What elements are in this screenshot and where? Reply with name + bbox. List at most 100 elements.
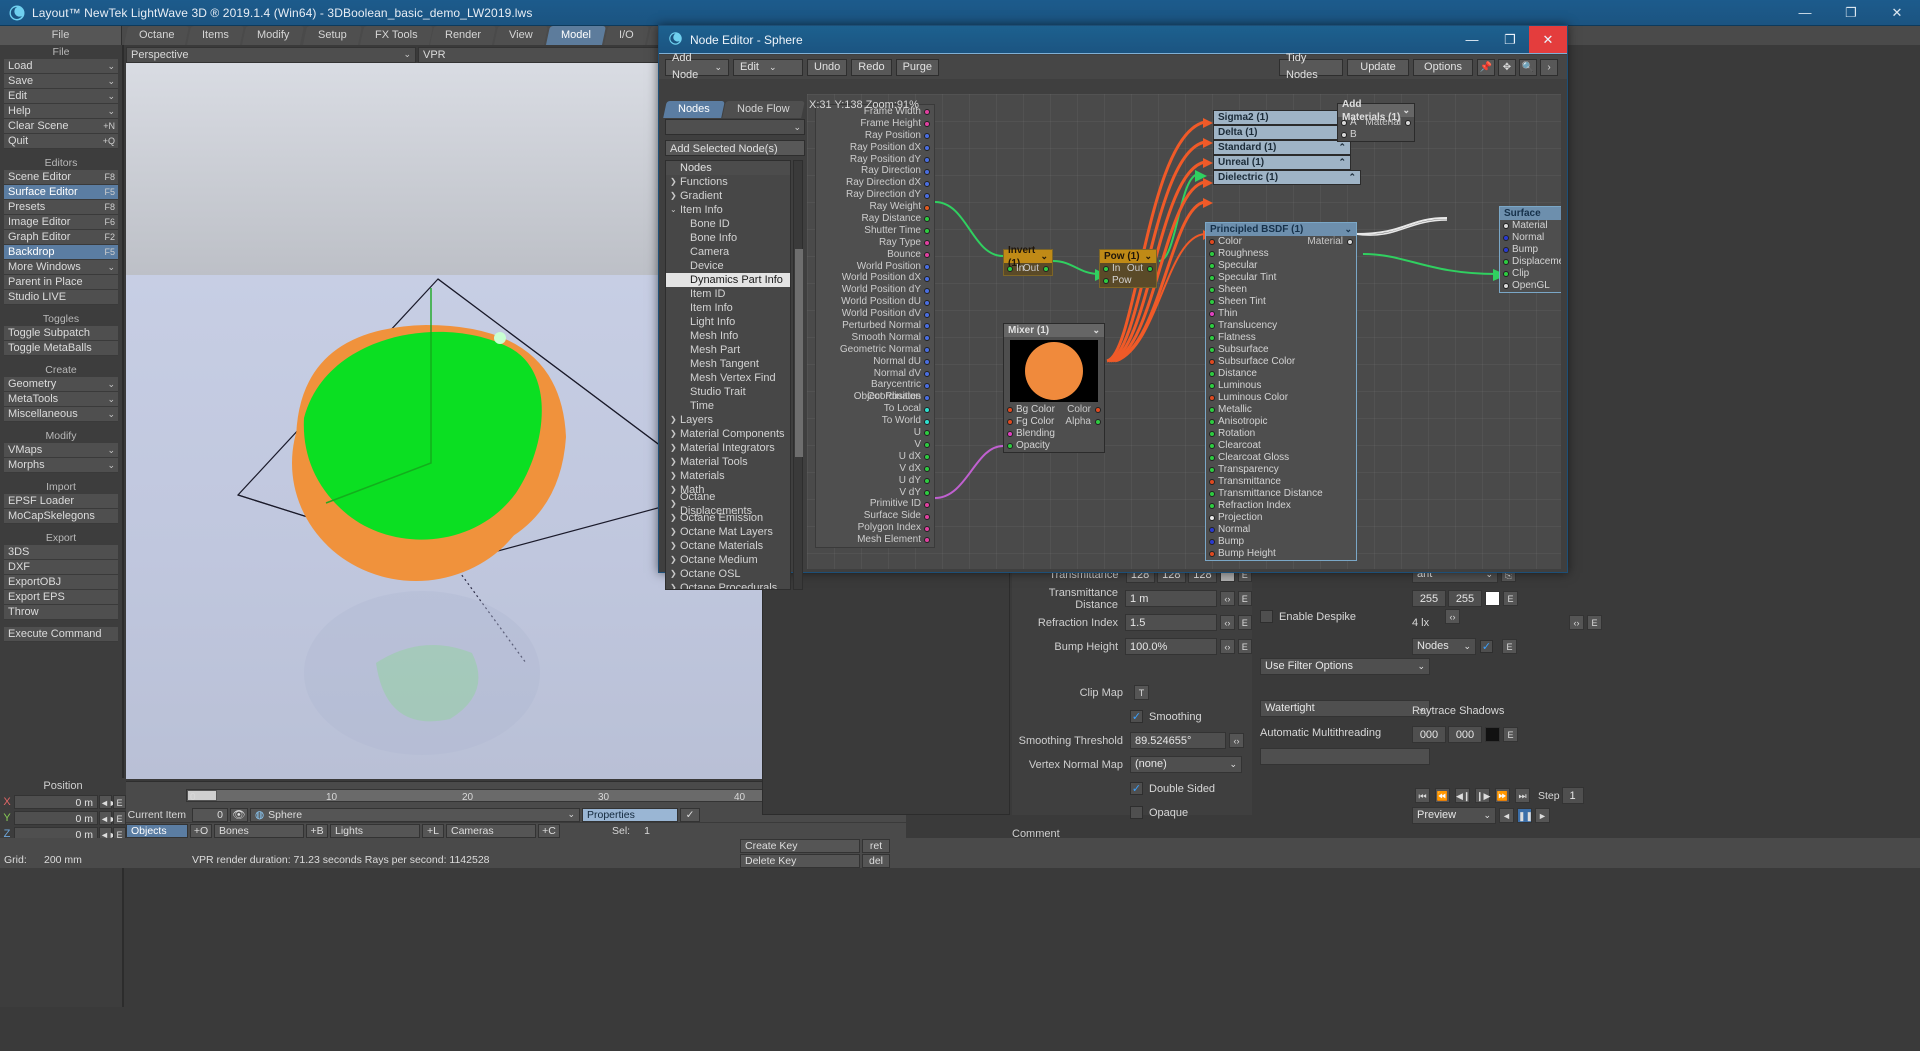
port-dot-icon[interactable]	[1209, 407, 1215, 413]
collapsed-node-header[interactable]: Standard (1) ⌃	[1214, 141, 1350, 154]
transmittance-distance-envelope-button[interactable]: E	[1237, 591, 1252, 606]
chevron-right-icon[interactable]: ❯	[670, 189, 680, 203]
port-dot-icon[interactable]	[924, 180, 930, 187]
port-dot-icon[interactable]	[924, 145, 930, 152]
main-tab-view[interactable]: View	[494, 26, 548, 45]
port-dot-icon[interactable]	[1209, 467, 1215, 473]
axis-stepper-y[interactable]: ◄►	[99, 810, 118, 825]
refraction-index-value[interactable]: 1.5	[1125, 614, 1218, 631]
nodes-checkbox[interactable]: ✓	[1480, 640, 1493, 653]
input-port-bounce[interactable]: Bounce	[816, 249, 934, 261]
port-dot-icon[interactable]	[1209, 371, 1215, 377]
bsdf-input-normal[interactable]: Normal	[1206, 524, 1356, 536]
bsdf-input-translucency[interactable]: Translucency	[1206, 320, 1356, 332]
node-tree-item-mesh-vertex-find[interactable]: Mesh Vertex Find	[666, 371, 790, 385]
smoothing-threshold-stepper[interactable]: ‹›	[1229, 733, 1244, 748]
fast-forward-button[interactable]: ⏩	[1495, 788, 1510, 803]
port-dot-icon[interactable]	[1503, 235, 1509, 241]
input-port-polygon-index[interactable]: Polygon Index	[816, 522, 934, 534]
port-dot-icon[interactable]	[1209, 527, 1215, 533]
input-port-mesh-element[interactable]: Mesh Element	[816, 534, 934, 546]
node-editor-tab-nodes[interactable]: Nodes	[663, 101, 725, 118]
port-dot-icon[interactable]	[1209, 551, 1215, 557]
add-materials-b-row[interactable]: B	[1338, 129, 1414, 141]
pause-button[interactable]: ❚❚	[1517, 808, 1533, 823]
step-back-button[interactable]: ◀❙	[1455, 788, 1470, 803]
sidebar-item-image-editor[interactable]: Image Editor F6	[4, 215, 118, 230]
sidebar-item-graph-editor[interactable]: Graph Editor F2	[4, 230, 118, 245]
port-dot-icon[interactable]	[1209, 323, 1215, 329]
collapsed-node-header[interactable]: Dielectric (1) ⌃	[1214, 171, 1360, 184]
objects-button[interactable]: Objects	[126, 823, 188, 838]
node-tree-scrollbar[interactable]	[793, 160, 803, 590]
node-tree-item-material-components[interactable]: ❯ Material Components	[666, 427, 790, 441]
node-tree-item-octane-materials[interactable]: ❯ Octane Materials	[666, 539, 790, 553]
collapsed-node-header[interactable]: Delta (1)⌃	[1214, 126, 1350, 139]
sidebar-item-dxf[interactable]: DXF	[4, 560, 118, 575]
port-dot-icon[interactable]	[924, 335, 930, 342]
bsdf-input-projection[interactable]: Projection	[1206, 512, 1356, 524]
input-port-smooth-normal[interactable]: Smooth Normal	[816, 332, 934, 344]
bsdf-input-flatness[interactable]: Flatness	[1206, 332, 1356, 344]
port-dot-icon[interactable]	[1209, 443, 1215, 449]
bsdf-input-subsurface-color[interactable]: Subsurface Color	[1206, 356, 1356, 368]
node-tree-item-dynamics-part-info[interactable]: Dynamics Part Info	[666, 273, 790, 287]
sidebar-item-metatools[interactable]: MetaTools ⌄	[4, 392, 118, 407]
smoothing-checkbox[interactable]: ✓	[1130, 710, 1143, 723]
rt-value-b[interactable]: 000	[1448, 726, 1482, 743]
node-tree-item-bone-info[interactable]: Bone Info	[666, 231, 790, 245]
go-end-button[interactable]: ⏭	[1515, 788, 1530, 803]
mixer-opacity-port[interactable]	[1007, 443, 1013, 449]
bsdf-input-sheen-tint[interactable]: Sheen Tint	[1206, 296, 1356, 308]
collapsed-node-standard-1-[interactable]: Standard (1) ⌃	[1213, 140, 1351, 155]
sidebar-item-more-windows[interactable]: More Windows ⌄	[4, 260, 118, 275]
collapsed-node-header[interactable]: Unreal (1) ⌃	[1214, 156, 1350, 169]
sidebar-item-toggle-subpatch[interactable]: Toggle Subpatch	[4, 326, 118, 341]
pow-in-row[interactable]: In Out	[1100, 263, 1156, 275]
chevron-right-icon[interactable]: ❯	[670, 539, 680, 553]
watertight-select[interactable]: Watertight ⌄	[1260, 700, 1430, 717]
input-port-object-position[interactable]: Object Position	[816, 391, 934, 403]
main-tab-setup[interactable]: Setup	[302, 26, 362, 45]
sidebar-item-help[interactable]: Help ⌄	[4, 104, 118, 119]
port-dot-icon[interactable]	[924, 525, 930, 532]
chevron-right-icon[interactable]: ❯	[670, 469, 680, 483]
rt-value-a[interactable]: 000	[1412, 726, 1446, 743]
bsdf-input-subsurface[interactable]: Subsurface	[1206, 344, 1356, 356]
main-tab-render[interactable]: Render	[430, 26, 497, 45]
pow-exponent-row[interactable]: Pow	[1100, 275, 1156, 287]
chevron-right-icon[interactable]: ❯	[670, 553, 680, 567]
eye-icon[interactable]: 👁	[230, 807, 248, 822]
port-dot-icon[interactable]	[1209, 311, 1215, 317]
mixer-blending-port[interactable]	[1007, 431, 1013, 437]
create-key-button[interactable]: Create Key	[740, 838, 860, 853]
input-port-ray-direction-dx[interactable]: Ray Direction dX	[816, 177, 934, 189]
main-tab-items[interactable]: Items	[187, 26, 245, 45]
node-tree-item-camera[interactable]: Camera	[666, 245, 790, 259]
port-dot-icon[interactable]	[924, 240, 930, 247]
input-port-ray-position[interactable]: Ray Position	[816, 130, 934, 142]
chevron-up-icon[interactable]: ⌃	[1338, 156, 1350, 169]
pow-node-header[interactable]: Pow (1) ⌄	[1100, 250, 1156, 263]
main-tab-fx-tools[interactable]: FX Tools	[359, 26, 433, 45]
port-dot-icon[interactable]	[1503, 259, 1509, 265]
rt-envelope-button[interactable]: E	[1503, 727, 1518, 742]
bsdf-input-luminous[interactable]: Luminous	[1206, 380, 1356, 392]
mixer-node[interactable]: Mixer (1) ⌄ Bg Color Color Fg Color Alph…	[1003, 323, 1105, 453]
surface-node[interactable]: Surface ⌄ MaterialNormalBumpDisplacement…	[1499, 206, 1561, 293]
node-tree-item-functions[interactable]: ❯ Functions	[666, 175, 790, 189]
port-dot-icon[interactable]	[1503, 223, 1509, 229]
smoothing-threshold-value[interactable]: 89.524655°	[1130, 732, 1226, 749]
surface-input-displacement[interactable]: Displacement	[1500, 256, 1561, 268]
nodes-edit-button[interactable]: E	[1502, 639, 1517, 654]
node-tree-item-mesh-info[interactable]: Mesh Info	[666, 329, 790, 343]
ne-close-button[interactable]: ✕	[1529, 26, 1567, 53]
input-port-ray-direction-dy[interactable]: Ray Direction dY	[816, 189, 934, 201]
purge-button[interactable]: Purge	[895, 58, 939, 76]
input-port-v-dx[interactable]: V dX	[816, 463, 934, 475]
port-dot-icon[interactable]	[1209, 419, 1215, 425]
input-port-world-position-dv[interactable]: World Position dV	[816, 308, 934, 320]
surface-input-material[interactable]: Material	[1500, 220, 1561, 232]
node-tree-item-mesh-part[interactable]: Mesh Part	[666, 343, 790, 357]
input-port-shutter-time[interactable]: Shutter Time	[816, 225, 934, 237]
